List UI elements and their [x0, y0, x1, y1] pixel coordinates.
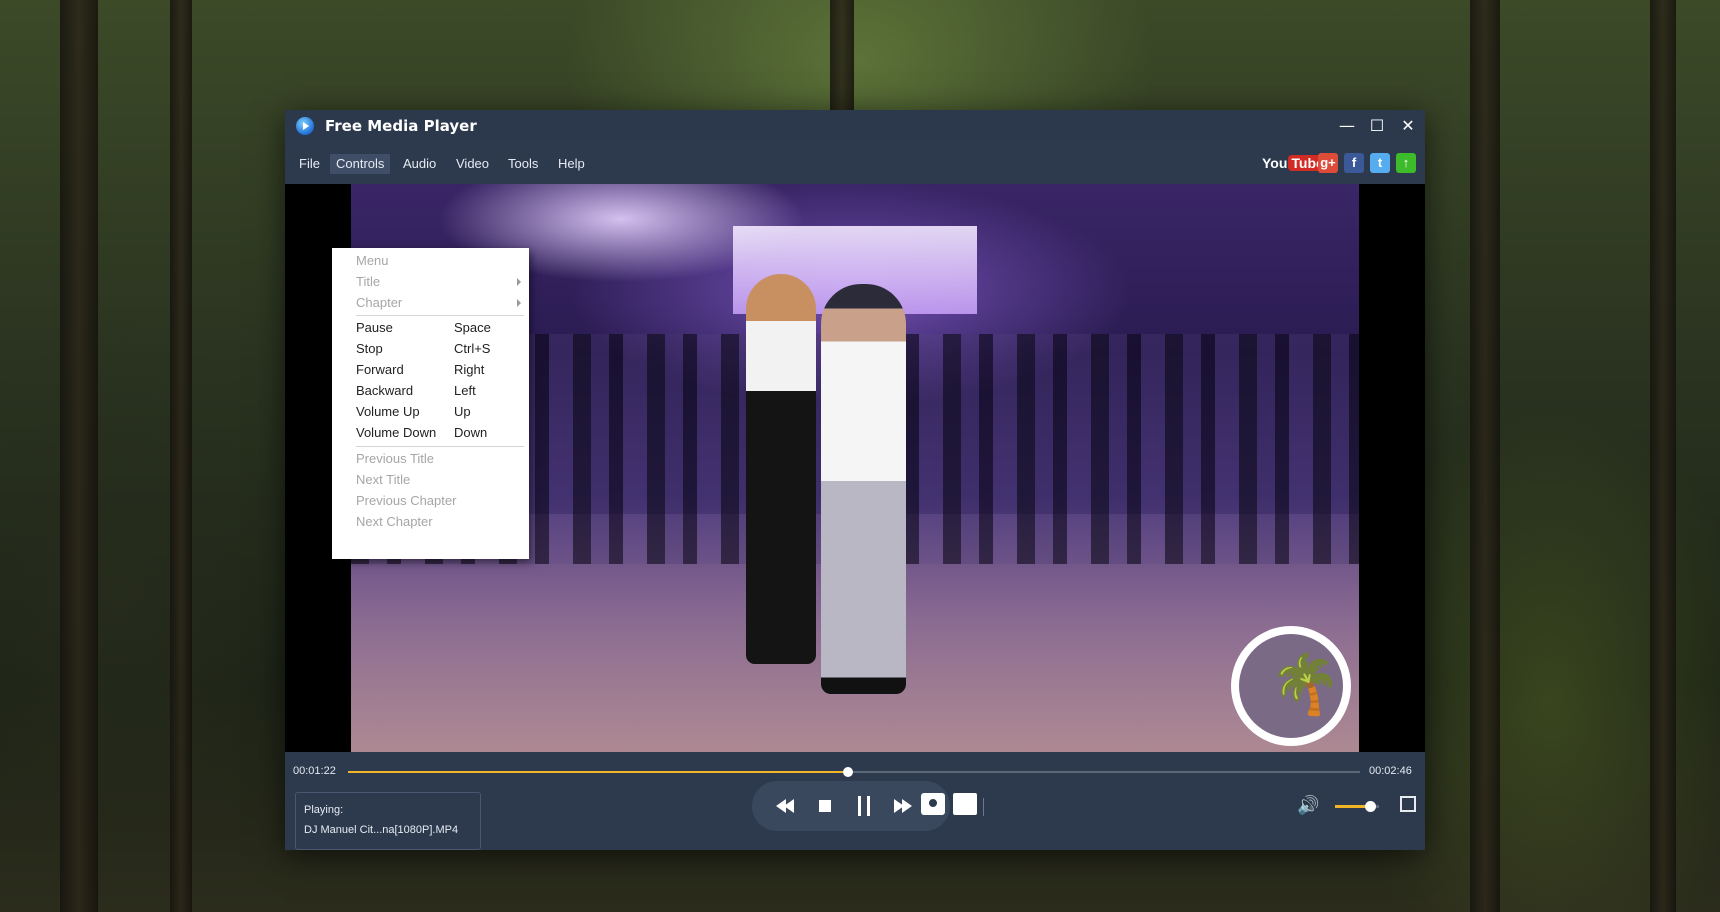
menu-help[interactable]: Help [552, 154, 591, 174]
controls-dropdown-menu: Menu Title Chapter Pause Space Stop Ctrl… [332, 248, 529, 559]
menu-controls[interactable]: Controls [330, 154, 391, 174]
media-player-window: Free Media Player — ☐ ✕ File Controls Au… [285, 110, 1425, 850]
pause-icon[interactable] [852, 795, 876, 817]
shortcut-backward: Left [454, 383, 476, 398]
shortcut-volume-up: Up [454, 404, 471, 419]
video-area[interactable]: 🌴 Menu Title Chapter Pause Space Stop Ct… [285, 184, 1425, 752]
total-time: 00:02:46 [1369, 765, 1412, 777]
menu-bar: File Controls Audio Video Tools Help [285, 150, 1425, 176]
palm-tree-icon: 🌴 [1269, 650, 1342, 718]
menu-separator [356, 446, 524, 447]
background-tree [60, 0, 98, 912]
stop-icon[interactable] [813, 795, 837, 817]
menu-item-title[interactable]: Title [356, 271, 526, 292]
menu-separator [356, 315, 524, 316]
window-title: Free Media Player [325, 117, 477, 135]
menu-item-previous-title[interactable]: Previous Title [356, 448, 526, 469]
maximize-button[interactable]: ☐ [1365, 114, 1389, 138]
background-tree [1650, 0, 1676, 912]
volume-handle[interactable] [1365, 801, 1377, 812]
menu-item-next-chapter[interactable]: Next Chapter [356, 511, 526, 532]
dancer-man [821, 284, 906, 694]
upload-icon[interactable]: ↑ [1396, 153, 1416, 173]
close-button[interactable]: ✕ [1396, 114, 1420, 138]
shortcut-pause: Space [454, 320, 491, 335]
seek-bar[interactable] [348, 767, 1360, 777]
menu-item-chapter[interactable]: Chapter [356, 292, 526, 313]
menu-video[interactable]: Video [450, 154, 495, 174]
menu-item-stop[interactable]: Stop [356, 338, 526, 359]
menu-item-volume-up[interactable]: Volume Up [356, 401, 526, 422]
background-tree [170, 0, 192, 912]
submenu-arrow-icon [517, 278, 521, 286]
shortcut-forward: Right [454, 362, 485, 377]
menu-item-forward[interactable]: Forward [356, 359, 526, 380]
toolbar-divider [983, 798, 984, 816]
title-bar[interactable]: Free Media Player — ☐ ✕ [285, 110, 1425, 142]
shortcut-stop: Ctrl+S [454, 341, 491, 356]
app-logo-icon [296, 117, 314, 135]
google-plus-icon[interactable]: g+ [1318, 153, 1338, 173]
submenu-arrow-icon [517, 299, 521, 307]
twitter-icon[interactable]: t [1370, 153, 1390, 173]
menu-item-backward[interactable]: Backward [356, 380, 526, 401]
elapsed-time: 00:01:22 [293, 765, 336, 777]
background-tree [1470, 0, 1500, 912]
now-playing-file: DJ Manuel Cit...na[1080P].MP4 [304, 824, 459, 836]
camera-icon[interactable] [921, 793, 945, 815]
menu-item-pause[interactable]: Pause [356, 317, 526, 338]
menu-item-previous-chapter[interactable]: Previous Chapter [356, 490, 526, 511]
menu-file[interactable]: File [293, 154, 326, 174]
menu-audio[interactable]: Audio [397, 154, 442, 174]
now-playing-label: Playing: [304, 804, 344, 816]
palm-tree-logo: 🌴 [1231, 626, 1351, 746]
seek-bar-fill [348, 771, 848, 773]
dancer-woman [746, 274, 816, 664]
shortcut-volume-down: Down [454, 425, 488, 440]
fullscreen-icon[interactable] [1400, 796, 1416, 812]
volume-slider[interactable] [1335, 801, 1379, 812]
background-tree [830, 0, 854, 110]
fast-forward-icon[interactable] [892, 795, 916, 817]
menu-item-volume-down[interactable]: Volume Down [356, 422, 526, 443]
minimize-button[interactable]: — [1335, 114, 1359, 138]
now-playing-panel: Playing: DJ Manuel Cit...na[1080P].MP4 [295, 792, 481, 850]
menu-item-next-title[interactable]: Next Title [356, 469, 526, 490]
menu-item-menu[interactable]: Menu [356, 250, 526, 271]
youtube-button[interactable]: You Tube [1262, 153, 1327, 173]
menu-tools[interactable]: Tools [502, 154, 544, 174]
rewind-icon[interactable] [774, 795, 798, 817]
folder-icon[interactable] [953, 793, 977, 815]
seek-handle[interactable] [842, 767, 853, 777]
facebook-icon[interactable]: f [1344, 153, 1364, 173]
youtube-you-text: You [1262, 155, 1288, 171]
volume-icon[interactable]: 🔊 [1297, 795, 1325, 817]
